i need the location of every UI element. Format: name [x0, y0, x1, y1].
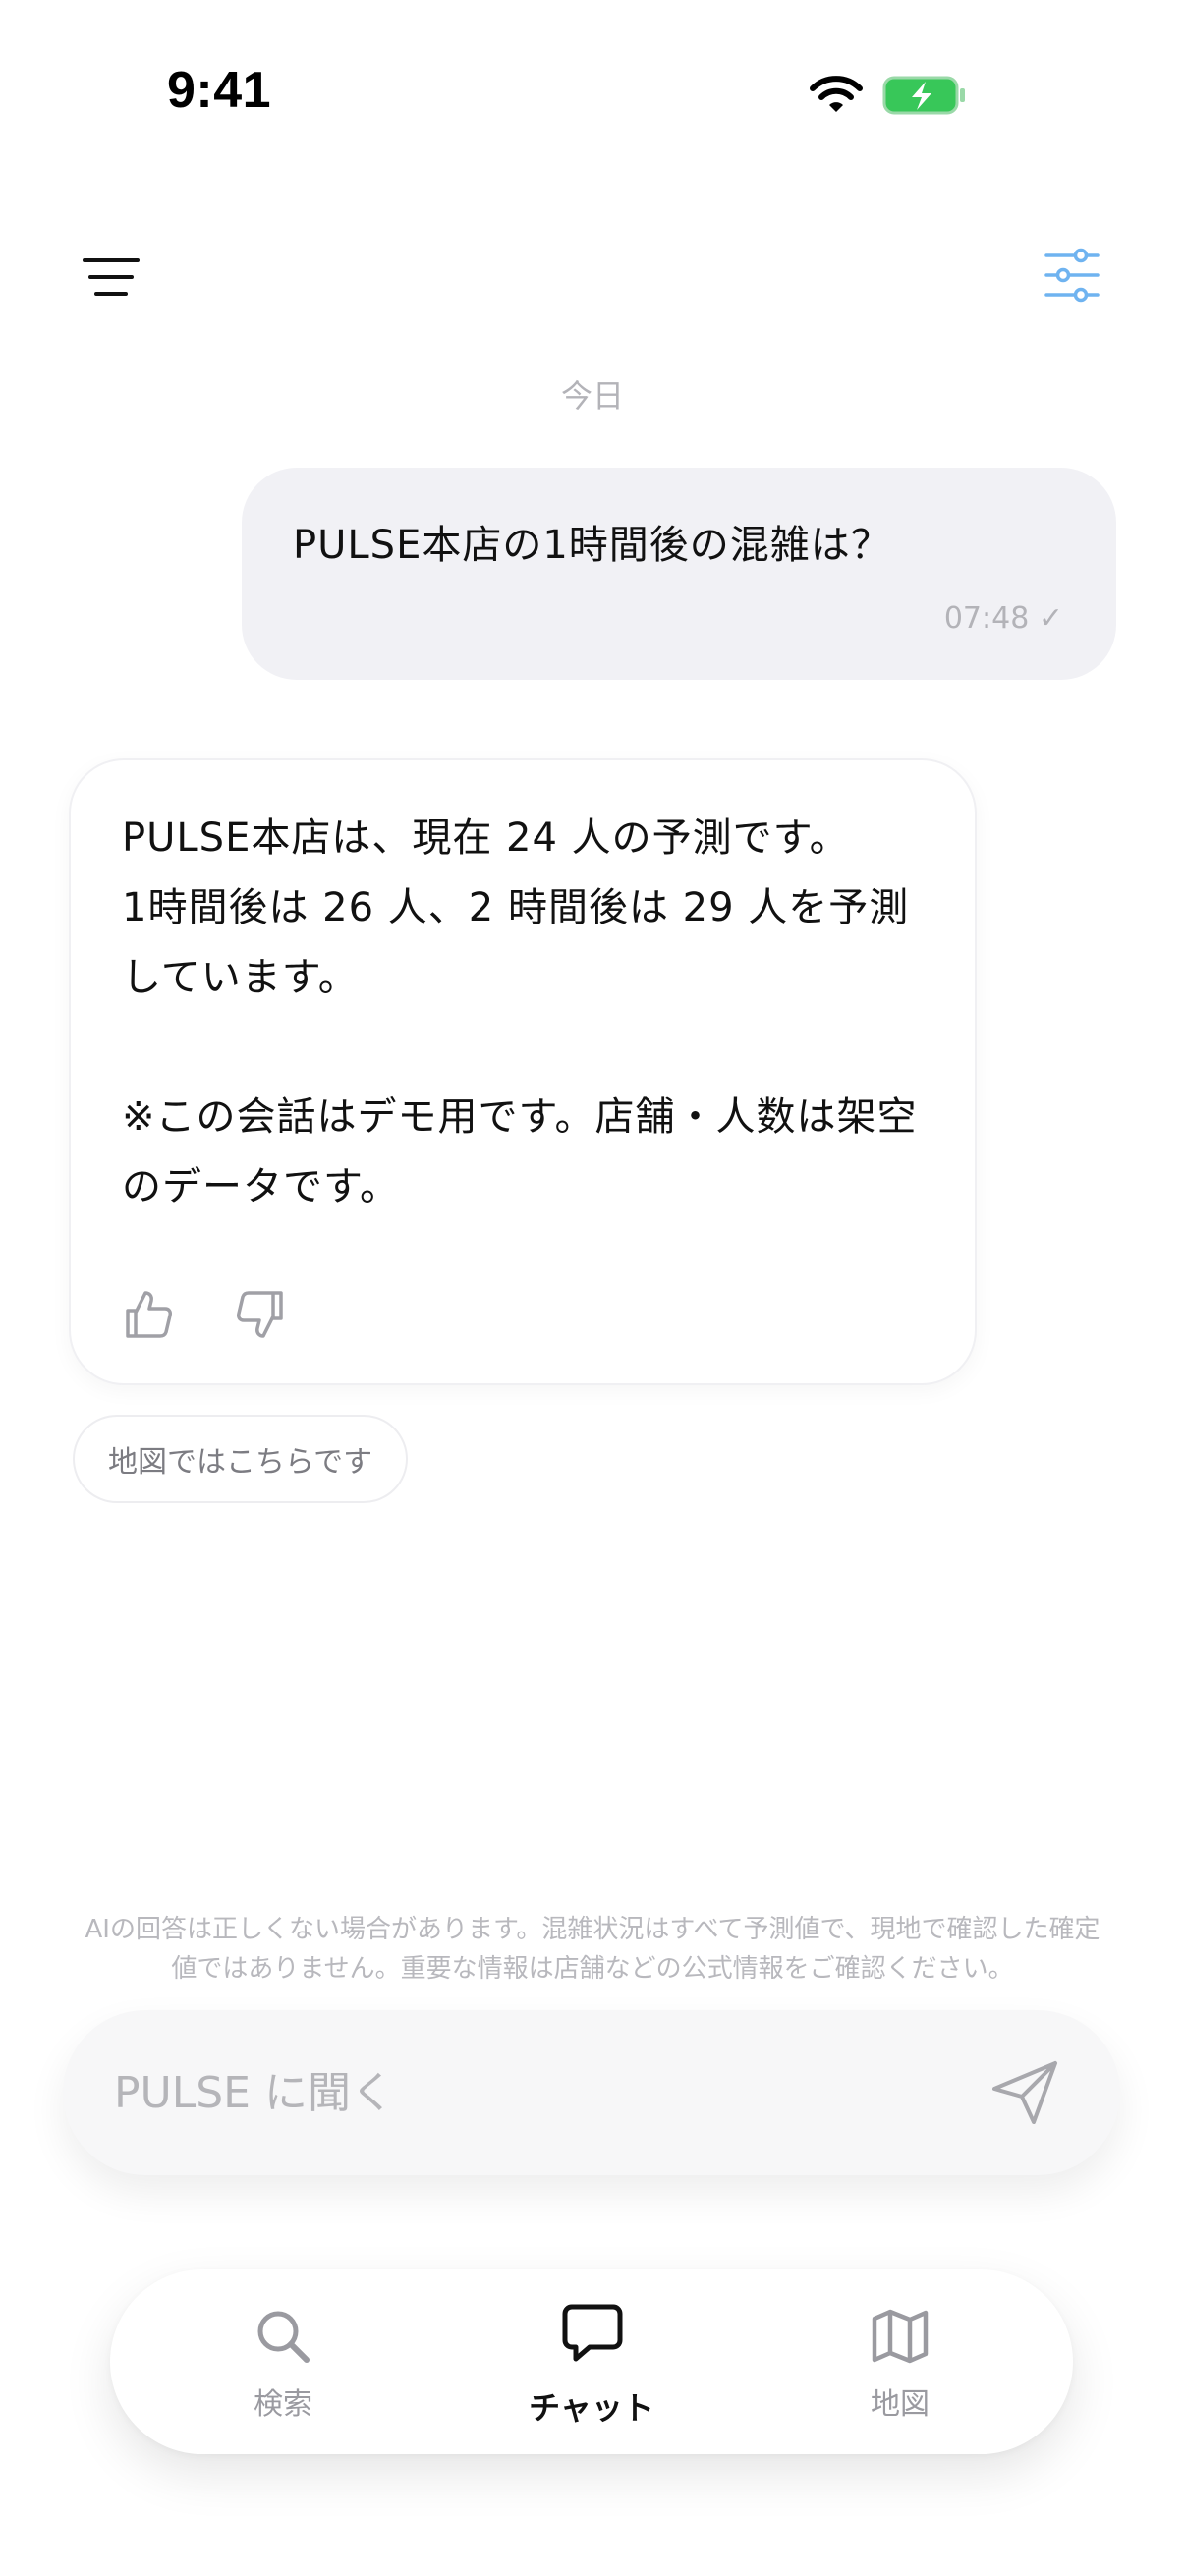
ai-message-line: PULSE本店は、現在 24 人の予測です。 — [122, 815, 850, 861]
map-icon — [872, 2309, 929, 2364]
tab-label: 地図 — [871, 2387, 930, 2422]
ai-message-line: 1時間後は 26 人、2 時間後は 29 人を予測しています。 — [122, 885, 910, 1000]
thumbs-up-icon[interactable] — [122, 1287, 177, 1342]
tab-label: 検索 — [254, 2387, 312, 2422]
battery-charging-icon — [882, 76, 965, 115]
read-check-icon: ✓ — [1038, 601, 1063, 636]
user-message-bubble: PULSE本店の1時間後の混雑は？ 07:48 ✓ — [242, 468, 1116, 680]
wifi-icon — [810, 76, 863, 112]
bottom-tab-bar: 検索 チャット 地図 — [110, 2269, 1073, 2454]
search-icon — [257, 2311, 310, 2363]
tab-search[interactable]: 検索 — [175, 2269, 391, 2454]
menu-icon[interactable] — [83, 255, 140, 299]
ai-message-note: ※この会話はデモ用です。店舗・人数は架空のデータです。 — [122, 1094, 918, 1209]
chat-screen: 9:41 今日 PULSE本店の1時間後の混雑は？ 07:48 ✓ PULSE本… — [0, 0, 1185, 2576]
status-time: 9:41 — [167, 62, 272, 119]
tab-chat[interactable]: チャット — [483, 2269, 700, 2454]
user-message-text: PULSE本店の1時間後の混雑は？ — [293, 523, 891, 568]
date-separator: 今日 — [560, 377, 624, 415]
chat-bubble-icon — [562, 2304, 623, 2362]
chat-input[interactable] — [114, 2053, 979, 2132]
tab-label: チャット — [529, 2389, 654, 2427]
message-time: 07:48 — [943, 601, 1030, 636]
ai-message-card: PULSE本店は、現在 24 人の予測です。 1時間後は 26 人、2 時間後は… — [69, 758, 977, 1385]
ai-message-text: PULSE本店は、現在 24 人の予測です。 1時間後は 26 人、2 時間後は… — [122, 804, 937, 1222]
filter-settings-icon[interactable] — [1044, 248, 1100, 303]
message-meta: 07:48 ✓ — [944, 601, 1063, 636]
tab-map[interactable]: 地図 — [792, 2269, 1008, 2454]
ai-disclaimer: AIの回答は正しくない場合があります。混雑状況はすべて予測値で、現地で確認した確… — [85, 1915, 1100, 1984]
map-suggestion-chip[interactable]: 地図ではこちらです — [73, 1415, 409, 1503]
chat-input-bar — [63, 2010, 1120, 2175]
thumbs-down-icon[interactable] — [232, 1287, 287, 1342]
send-icon[interactable] — [990, 2059, 1061, 2126]
